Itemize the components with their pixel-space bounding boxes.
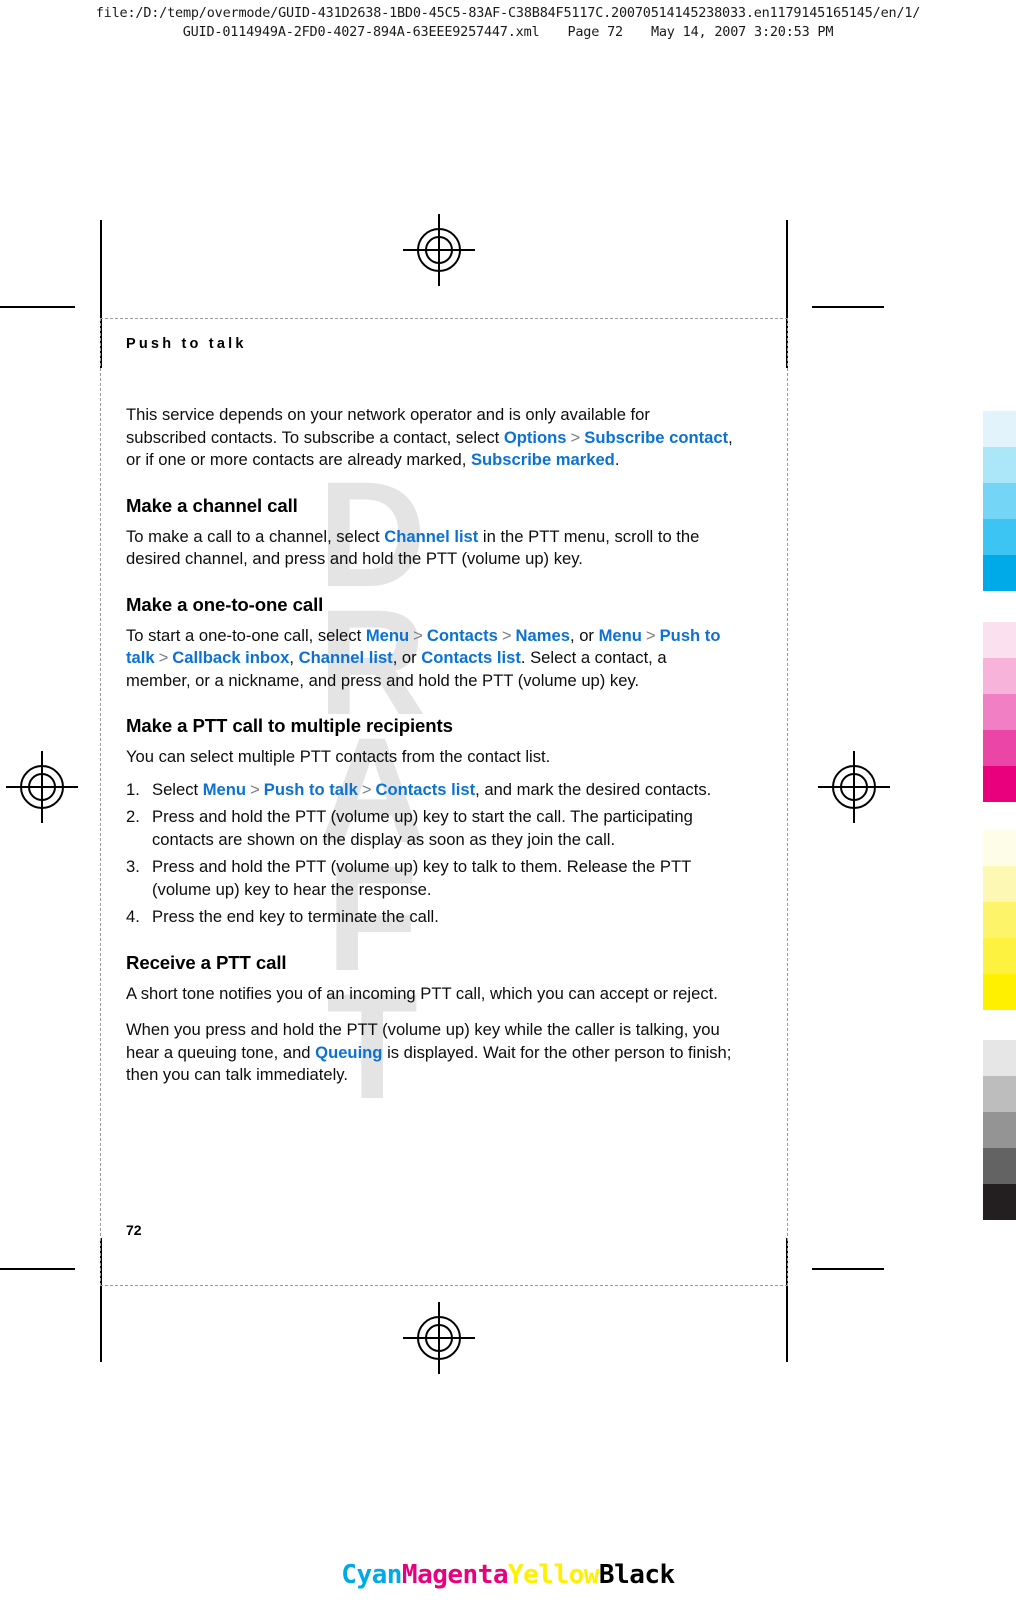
ui-term-channel-list-2: Channel list	[298, 648, 393, 667]
prepress-header-pagenum: Page 72	[567, 24, 623, 40]
color-label-cyan: Cyan	[341, 1560, 402, 1590]
color-plate-footer: CyanMagentaYellowBlack	[0, 1560, 1016, 1590]
section-heading-multiple-recipients: Make a PTT call to multiple recipients	[126, 715, 453, 736]
magenta-swatch-4	[983, 730, 1016, 766]
color-label-black: Black	[598, 1560, 675, 1590]
color-label-yellow: Yellow	[508, 1560, 599, 1590]
intro-paragraph: This service depends on your network ope…	[126, 404, 734, 472]
running-head: Push to talk	[126, 336, 247, 352]
ui-term-names: Names	[515, 625, 570, 645]
prepress-header-meta: GUID-0114949A-2FD0-4027-894A-63EEE925744…	[0, 23, 1016, 42]
one-to-one-text-3: ,	[289, 648, 299, 667]
yellow-swatch-2	[983, 866, 1016, 902]
step-2-text: Press and hold the PTT (volume up) key t…	[152, 807, 693, 849]
yellow-swatch-1	[983, 830, 1016, 866]
ui-term-subscribe-marked: Subscribe marked	[470, 450, 615, 469]
channel-call-text-1: To make a call to a channel, select	[126, 526, 385, 546]
prepress-header-filename: GUID-0114949A-2FD0-4027-894A-63EEE925744…	[182, 24, 540, 40]
magenta-swatch-5	[983, 766, 1016, 802]
list-item: 3. Press and hold the PTT (volume up) key…	[126, 856, 734, 901]
crop-mark-bottom-left-horizontal	[0, 1268, 75, 1270]
ui-term-menu-1: Menu	[365, 625, 410, 645]
section-channel-call-paragraph: To make a call to a channel, select Chan…	[126, 526, 734, 571]
crop-mark-top-left-horizontal	[0, 306, 75, 308]
step-number-3: 3.	[126, 857, 140, 876]
black-swatch-3	[983, 1112, 1016, 1148]
yellow-swatch-4	[983, 938, 1016, 974]
cyan-swatch-strip	[983, 411, 1016, 591]
menu-separator-icon: >	[570, 427, 581, 447]
list-item: 1. Select Menu > Push to talk > Contacts list…	[126, 779, 734, 802]
ui-term-menu-3: Menu	[202, 779, 247, 799]
magenta-swatch-1	[983, 622, 1016, 658]
step-number-2: 2.	[126, 807, 140, 826]
crop-mark-top-right-horizontal	[812, 306, 884, 308]
ui-term-queuing: Queuing	[315, 1042, 383, 1062]
receive-call-paragraph-2: When you press and hold the PTT (volume …	[126, 1019, 734, 1087]
color-label-magenta: Magenta	[401, 1560, 509, 1590]
menu-separator-icon: >	[413, 625, 423, 645]
section-one-to-one-paragraph: To start a one-to-one call, select Menu >…	[126, 625, 734, 693]
magenta-swatch-strip	[983, 622, 1016, 802]
prepress-header-path: file:/D:/temp/overmode/GUID-431D2638-1BD…	[95, 5, 921, 21]
step-number-1: 1.	[126, 779, 140, 799]
section-heading-channel-call: Make a channel call	[126, 494, 298, 516]
step-4-text: Press the end key to terminate the call.	[152, 907, 439, 926]
page-folio-number: 72	[126, 1222, 142, 1238]
cyan-swatch-2	[983, 447, 1016, 483]
cyan-swatch-3	[983, 483, 1016, 519]
magenta-swatch-3	[983, 694, 1016, 730]
step-1-text-2: , and mark the desired contacts.	[475, 779, 712, 799]
yellow-swatch-5	[983, 974, 1016, 1010]
black-swatch-2	[983, 1076, 1016, 1112]
ui-term-options: Options	[503, 427, 567, 447]
black-swatch-4	[983, 1148, 1016, 1184]
ui-term-push-to-talk-2: Push to talk	[263, 779, 358, 799]
ui-term-contacts-list: Contacts list	[421, 648, 521, 667]
menu-separator-icon: >	[501, 625, 512, 645]
black-swatch-5	[983, 1184, 1016, 1220]
menu-separator-icon: >	[361, 779, 372, 799]
one-to-one-text-2: , or	[569, 625, 599, 645]
yellow-swatch-3	[983, 902, 1016, 938]
crop-mark-bottom-right-horizontal	[812, 1268, 884, 1270]
registration-mark-left	[6, 751, 78, 823]
cyan-swatch-5	[983, 555, 1016, 591]
prepress-header-timestamp: May 14, 2007 3:20:53 PM	[650, 24, 834, 40]
step-3-text: Press and hold the PTT (volume up) key t…	[152, 857, 691, 899]
ui-term-contacts: Contacts	[426, 625, 498, 645]
menu-separator-icon: >	[158, 648, 169, 667]
menu-separator-icon: >	[250, 779, 260, 799]
registration-mark-top	[403, 214, 475, 286]
one-to-one-text-1: To start a one-to-one call, select	[126, 625, 366, 645]
multiple-recipients-lead: You can select multiple PTT contacts fro…	[126, 747, 551, 766]
receive-call-paragraph-1: A short tone notifies you of an incoming…	[126, 983, 718, 1003]
yellow-swatch-strip	[983, 830, 1016, 1010]
section-heading-receive-ptt-call: Receive a PTT call	[126, 951, 287, 973]
intro-text-3: .	[614, 450, 620, 469]
cyan-swatch-4	[983, 519, 1016, 555]
list-item: 2. Press and hold the PTT (volume up) key…	[126, 806, 734, 851]
menu-separator-icon: >	[645, 625, 656, 645]
document-content: Push to talk This service depends on you…	[126, 336, 734, 1101]
section-heading-one-to-one-call: Make a one-to-one call	[126, 593, 324, 615]
ui-term-contacts-list-2: Contacts list	[375, 779, 476, 799]
black-swatch-strip	[983, 1040, 1016, 1220]
registration-mark-bottom	[403, 1302, 475, 1374]
list-item: 4. Press the end key to terminate the cal…	[126, 906, 734, 929]
black-swatch-1	[983, 1040, 1016, 1076]
step-1-text-1: Select	[152, 779, 203, 799]
registration-mark-right	[818, 751, 890, 823]
ui-term-callback-inbox: Callback inbox	[172, 648, 290, 667]
prepress-header: file:/D:/temp/overmode/GUID-431D2638-1BD…	[0, 4, 1016, 42]
cyan-swatch-1	[983, 411, 1016, 447]
magenta-swatch-2	[983, 658, 1016, 694]
multiple-recipients-step-list: 1. Select Menu > Push to talk > Contacts list…	[126, 779, 734, 929]
ui-term-subscribe-contact: Subscribe contact	[584, 427, 729, 447]
ui-term-menu-2: Menu	[598, 625, 642, 645]
ui-term-channel-list: Channel list	[384, 526, 479, 546]
one-to-one-text-4: , or	[392, 648, 422, 667]
step-number-4: 4.	[126, 907, 140, 926]
